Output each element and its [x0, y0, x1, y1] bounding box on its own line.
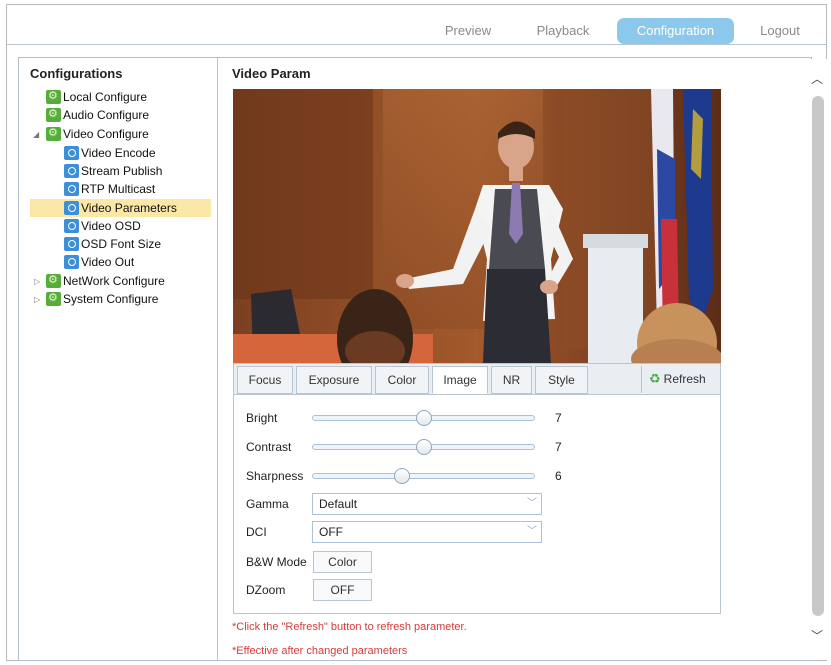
expand-arrow-icon[interactable]: ▷: [34, 277, 40, 286]
tab-exposure[interactable]: Exposure: [296, 366, 372, 394]
tree-item-label: RTP Multicast: [81, 182, 156, 196]
page-title: Video Param: [232, 66, 311, 81]
video-config-icon: [64, 146, 79, 160]
tree-item-system-configure[interactable]: System Configure: [46, 290, 159, 308]
tree-item-video-osd[interactable]: Video OSD: [64, 218, 141, 235]
tree-item-label: NetWork Configure: [63, 274, 165, 288]
dci-selected-value: OFF: [319, 525, 343, 539]
scrollbar-thumb[interactable]: [812, 96, 824, 616]
tree-item-video-out[interactable]: Video Out: [64, 254, 134, 271]
sharpness-value: 6: [555, 469, 562, 483]
tree-item-video-configure[interactable]: Video Configure: [46, 125, 149, 143]
video-config-icon: [64, 182, 79, 196]
tab-color[interactable]: Color: [375, 366, 429, 394]
video-config-icon: [64, 164, 79, 178]
refresh-icon: ♻: [649, 371, 661, 386]
sharpness-slider-handle[interactable]: [394, 468, 410, 484]
nav-preview[interactable]: Preview: [432, 17, 504, 45]
bright-value: 7: [555, 411, 562, 425]
video-config-icon: [64, 237, 79, 251]
nav-playback[interactable]: Playback: [526, 17, 600, 45]
expand-arrow-icon[interactable]: ▷: [34, 295, 40, 304]
tree-item-label: System Configure: [63, 292, 159, 306]
tab-image[interactable]: Image: [432, 366, 488, 394]
effective-note: *Effective after changed parameters: [232, 645, 408, 657]
nav-configuration[interactable]: Configuration: [617, 18, 734, 44]
gear-icon: [46, 125, 61, 142]
tree-item-label: OSD Font Size: [81, 237, 162, 251]
config-tree-title: Configurations: [30, 66, 123, 81]
gear-icon: [46, 290, 61, 307]
video-config-icon: [64, 219, 79, 233]
sharpness-slider-track[interactable]: [312, 473, 535, 479]
tree-item-osd-font-size[interactable]: OSD Font Size: [64, 236, 161, 253]
tab-style[interactable]: Style: [535, 366, 588, 394]
bw-mode-button[interactable]: Color: [313, 551, 372, 573]
video-frame-image: [233, 89, 721, 363]
scroll-down-icon[interactable]: ﹀: [811, 627, 823, 644]
refresh-button[interactable]: ♻ Refresh: [641, 366, 720, 393]
gamma-selected-value: Default: [319, 497, 358, 511]
tree-item-network-configure[interactable]: NetWork Configure: [46, 272, 165, 290]
bright-label: Bright: [246, 411, 278, 425]
tree-item-local-configure[interactable]: Local Configure: [46, 88, 148, 106]
refresh-label: Refresh: [663, 372, 706, 386]
tree-item-label: Video OSD: [81, 219, 141, 233]
gamma-select[interactable]: Default ﹀: [312, 493, 542, 515]
tree-item-label: Audio Configure: [63, 108, 150, 122]
refresh-note: *Click the "Refresh" button to refresh p…: [232, 621, 467, 633]
tree-item-audio-configure[interactable]: Audio Configure: [46, 106, 150, 124]
tree-item-label: Video Out: [81, 255, 135, 269]
tree-item-video-encode[interactable]: Video Encode: [64, 145, 156, 162]
dzoom-label: DZoom: [246, 583, 286, 597]
tree-item-label: Video Configure: [63, 127, 149, 141]
contrast-value: 7: [555, 440, 562, 454]
video-config-icon: [64, 255, 79, 269]
tab-focus[interactable]: Focus: [237, 366, 293, 394]
contrast-label: Contrast: [246, 440, 292, 454]
tab-nr[interactable]: NR: [491, 366, 532, 394]
gear-icon: [46, 106, 61, 123]
dci-label: DCI: [246, 525, 267, 539]
scroll-up-icon[interactable]: ︿: [811, 70, 823, 87]
tree-item-stream-publish[interactable]: Stream Publish: [64, 163, 162, 180]
video-config-icon: [64, 201, 79, 215]
gamma-label: Gamma: [246, 497, 289, 511]
collapse-arrow-icon[interactable]: ◢: [33, 130, 39, 139]
gear-icon: [46, 272, 61, 289]
tree-item-label: Local Configure: [63, 90, 148, 104]
bw-mode-label: B&W Mode: [246, 555, 307, 569]
chevron-down-icon: ﹀: [527, 498, 537, 509]
tree-item-label: Stream Publish: [81, 164, 163, 178]
dci-select[interactable]: OFF ﹀: [312, 521, 542, 543]
video-preview: [233, 89, 721, 363]
gear-icon: [46, 88, 61, 105]
tree-item-rtp-multicast[interactable]: RTP Multicast: [64, 181, 155, 198]
bright-slider-handle[interactable]: [416, 410, 432, 426]
chevron-down-icon: ﹀: [527, 526, 537, 537]
tree-item-video-parameters[interactable]: Video Parameters: [64, 200, 177, 217]
nav-logout[interactable]: Logout: [748, 17, 812, 45]
tree-item-label: Video Parameters: [81, 201, 177, 215]
dzoom-button[interactable]: OFF: [313, 579, 372, 601]
tree-item-label: Video Encode: [81, 146, 156, 160]
contrast-slider-handle[interactable]: [416, 439, 432, 455]
sharpness-label: Sharpness: [246, 469, 304, 483]
